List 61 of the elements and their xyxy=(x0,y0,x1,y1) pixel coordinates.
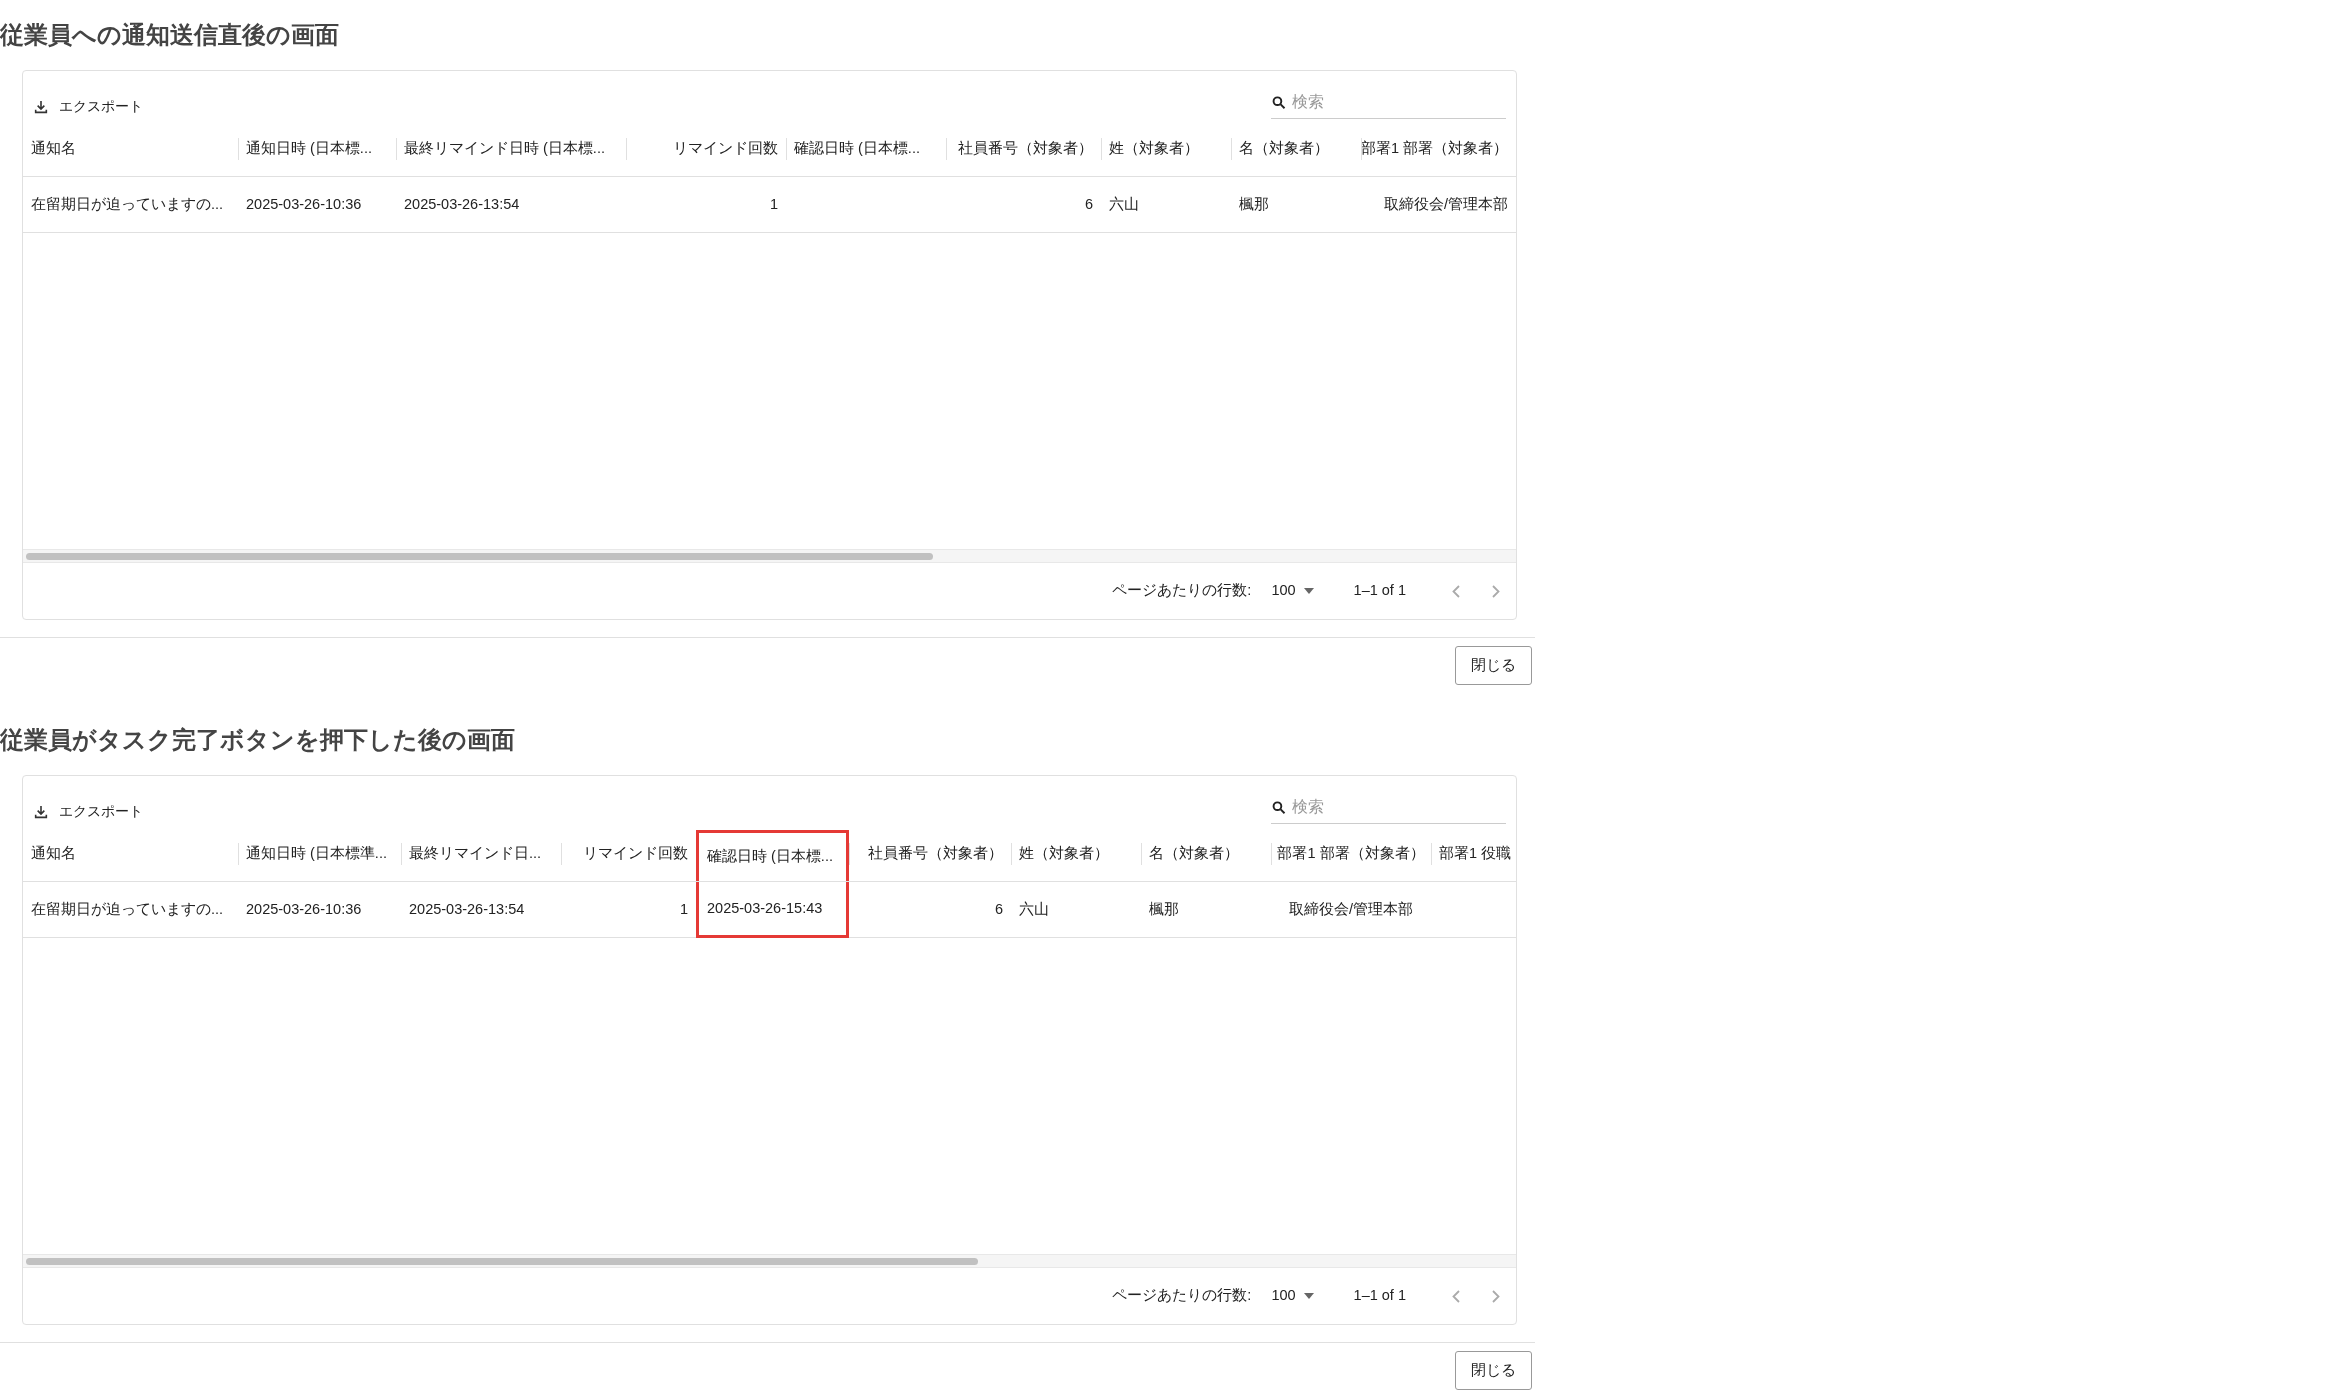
section-heading: 従業員への通知送信直後の画面 xyxy=(0,20,340,50)
column-header[interactable]: リマインド回数 xyxy=(626,137,786,160)
column-header[interactable]: 通知日時 (日本標準... xyxy=(238,842,401,865)
table-cell-text: 在留期日が迫っていますの... xyxy=(30,194,225,214)
rows-per-page-select[interactable]: 100 xyxy=(1271,1285,1314,1307)
table-cell-text: 1 xyxy=(768,194,779,214)
table-cell-text: 2025-03-26-15:43 xyxy=(706,898,824,918)
column-header[interactable]: 最終リマインド日時 (日本標... xyxy=(396,137,626,160)
table-cell-text: 6 xyxy=(993,899,1004,919)
table-cell-text: 2025-03-26-10:36 xyxy=(245,194,363,214)
caret-icon xyxy=(1303,1293,1314,1299)
table-cell-text: 2025-03-26-13:54 xyxy=(403,194,521,214)
column-header[interactable]: 社員番号（対象者） xyxy=(849,842,1011,865)
close-button[interactable]: 閉じる xyxy=(1455,646,1532,685)
column-header[interactable]: リマインド回数 xyxy=(561,842,696,865)
rows-per-page-label: ページあたりの行数: xyxy=(1112,1286,1252,1306)
search-field[interactable]: 検索 xyxy=(1292,795,1506,819)
rows-per-page-select[interactable]: 100 xyxy=(1271,580,1314,602)
table-cell-text: 取締役会/管理本部 xyxy=(1382,194,1509,214)
chevron-right-icon xyxy=(1492,1289,1500,1303)
column-header[interactable]: 確認日時 (日本標... xyxy=(786,137,946,160)
download-icon xyxy=(33,803,49,820)
column-header[interactable]: 名（対象者） xyxy=(1231,137,1361,160)
search-icon xyxy=(1271,798,1287,816)
chevron-left-icon xyxy=(1452,584,1460,598)
horizontal-scrollbar[interactable] xyxy=(23,1254,1516,1268)
column-header[interactable]: 最終リマインド日... xyxy=(401,842,561,865)
table-cell-text: 2025-03-26-10:36 xyxy=(245,899,363,919)
table-cell-text: 六山 xyxy=(1018,899,1050,919)
search-field[interactable]: 検索 xyxy=(1292,90,1506,114)
table-cell-text: 6 xyxy=(1083,194,1094,214)
column-header[interactable]: 通知名 xyxy=(23,842,238,865)
table-cell-text: 取締役会/管理本部 xyxy=(1288,899,1414,919)
download-icon xyxy=(33,98,49,115)
table-cell-text: 六山 xyxy=(1108,194,1140,214)
page-range: 1–1 of 1 xyxy=(1353,1286,1406,1306)
export-button[interactable]: エクスポート xyxy=(33,96,143,117)
table-cell-text: 2025-03-26-13:54 xyxy=(408,899,526,919)
table-cell-text: 1 xyxy=(678,899,689,919)
column-header[interactable]: 名（対象者） xyxy=(1141,842,1271,865)
table-cell-text: 楓那 xyxy=(1148,899,1180,919)
column-header[interactable]: 部署1 役職 xyxy=(1431,842,1516,865)
search-icon xyxy=(1271,93,1287,111)
table-cell-text: 楓那 xyxy=(1238,194,1270,214)
table-cell-text: 在留期日が迫っていますの... xyxy=(30,899,225,919)
chevron-left-icon xyxy=(1452,1289,1460,1303)
caret-icon xyxy=(1303,588,1314,594)
column-header[interactable]: 通知日時 (日本標... xyxy=(238,137,396,160)
column-header[interactable]: 社員番号（対象者） xyxy=(946,137,1101,160)
chevron-right-icon xyxy=(1492,584,1500,598)
horizontal-scrollbar[interactable] xyxy=(23,549,1516,563)
rows-per-page-label: ページあたりの行数: xyxy=(1112,581,1252,601)
column-header[interactable]: 姓（対象者） xyxy=(1101,137,1231,160)
export-button[interactable]: エクスポート xyxy=(33,801,143,822)
column-header[interactable]: 部署1 部署（対象者） xyxy=(1361,137,1516,160)
column-header[interactable]: 通知名 xyxy=(23,137,238,160)
page-range: 1–1 of 1 xyxy=(1353,581,1406,601)
column-header[interactable]: 姓（対象者） xyxy=(1011,842,1141,865)
section-heading: 従業員がタスク完了ボタンを押下した後の画面 xyxy=(0,725,516,755)
column-header[interactable]: 部署1 部署（対象者） xyxy=(1271,842,1431,865)
close-button[interactable]: 閉じる xyxy=(1455,1351,1532,1390)
